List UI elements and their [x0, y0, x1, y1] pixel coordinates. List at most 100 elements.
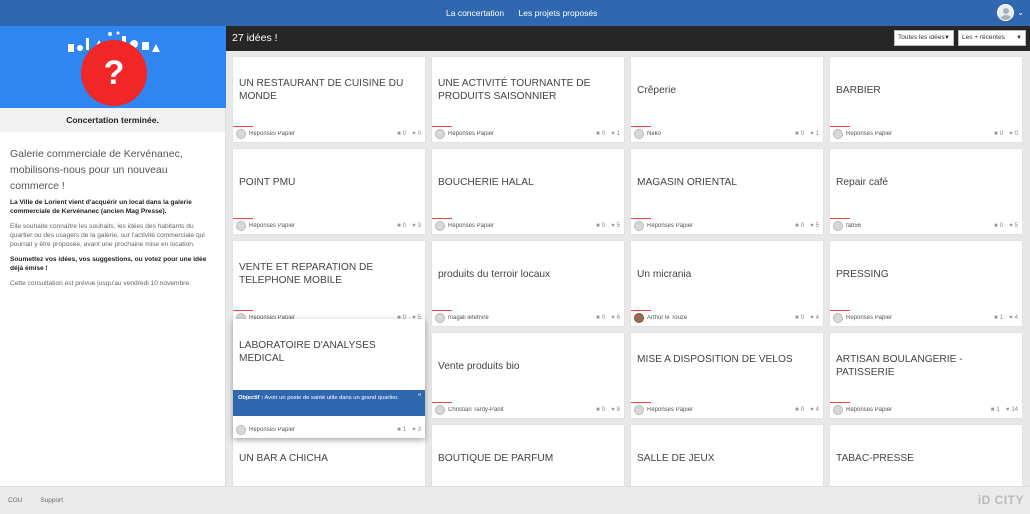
- vote-count: 0: [1014, 131, 1018, 137]
- idea-card[interactable]: UNE ACTIVITÉ TOURNANTE DE PRODUITS SAISO…: [432, 57, 624, 142]
- idea-title[interactable]: BARBIER: [836, 84, 1014, 97]
- vote-icon: ♥: [810, 223, 814, 229]
- idea-title[interactable]: LABORATOIRE D'ANALYSES MEDICAL: [239, 339, 417, 365]
- comment-count: 1: [996, 407, 1000, 413]
- main-nav: La concertation Les projets proposés: [446, 8, 609, 18]
- idea-card[interactable]: POINT PMU Réponses Papier ■ 0 ♥ 3: [233, 149, 425, 234]
- idea-footer: Christian Tardy-Panit ■ 0 ♥ 8: [435, 404, 620, 416]
- idea-card[interactable]: VENTE ET REPARATION DE TELEPHONE MOBILE R…: [233, 241, 425, 326]
- idea-title[interactable]: SALLE DE JEUX: [637, 452, 815, 465]
- vote-count: 5: [1014, 223, 1018, 229]
- idea-card[interactable]: BARBIER Réponses Papier ■ 0 ♥ 0: [830, 57, 1022, 142]
- idea-footer: Réponses Papier ■ 1 ♥ 3: [236, 424, 421, 436]
- user-menu[interactable]: ⌄: [997, 4, 1024, 21]
- sort-select[interactable]: Les + récentes ▼: [958, 30, 1026, 46]
- support-link[interactable]: Support: [40, 497, 63, 504]
- sidebar: ? Concertation terminée. Galerie commerc…: [0, 26, 226, 486]
- accent-divider: [631, 218, 651, 219]
- idea-title[interactable]: Vente produits bio: [438, 360, 616, 373]
- comment-icon: ■: [795, 131, 799, 137]
- idea-footer: Réponses Papier ■ 0 ♥ 1: [435, 128, 620, 140]
- idea-title[interactable]: MISE A DISPOSITION DE VELOS: [637, 353, 815, 366]
- idea-card[interactable]: BOUCHERIE HALAL Réponses Papier ■ 0 ♥ 5: [432, 149, 624, 234]
- top-navbar: La concertation Les projets proposés ⌄: [0, 0, 1030, 26]
- idea-title[interactable]: Crêperie: [637, 84, 815, 97]
- author-name: Réponses Papier: [846, 315, 893, 321]
- idea-title[interactable]: PRESSING: [836, 268, 1014, 281]
- author-avatar-icon: [435, 405, 445, 415]
- author-avatar-icon: [236, 221, 246, 231]
- idea-title[interactable]: UN RESTAURANT DE CUISINE DU MONDE: [239, 77, 417, 103]
- accent-divider: [233, 126, 253, 127]
- vote-icon: ♥: [1009, 223, 1013, 229]
- chevron-down-icon[interactable]: ⌄: [1017, 8, 1024, 17]
- author-avatar-icon: [833, 405, 843, 415]
- author-name: Réponses Papier: [647, 223, 694, 229]
- vote-count: 8: [616, 407, 620, 413]
- accent-divider: [830, 126, 850, 127]
- idea-card[interactable]: ARTISAN BOULANGERIE - PATISSERIE Réponses…: [830, 333, 1022, 418]
- idea-title[interactable]: UN BAR A CHICHA: [239, 452, 417, 465]
- idea-objective: Objectif : Avoir un poste de santé utile…: [233, 390, 425, 416]
- author-avatar-icon: [435, 129, 445, 139]
- call-to-action-paragraph: Soumettez vos idées, vos suggestions, ou…: [10, 256, 207, 272]
- idea-card[interactable]: produits du terroir locaux magali lefebvr…: [432, 241, 624, 326]
- nav-projets[interactable]: Les projets proposés: [519, 8, 598, 18]
- idea-card[interactable]: MISE A DISPOSITION DE VELOS Réponses Papi…: [631, 333, 823, 418]
- comment-count: 0: [402, 131, 407, 137]
- idea-title[interactable]: BOUTIQUE DE PARFUM: [438, 452, 616, 465]
- idea-card[interactable]: Vente produits bio Christian Tardy-Panit ■…: [432, 333, 624, 418]
- idea-card[interactable]: Un micrania Arthur le Touze ■ 0 ♥ 4: [631, 241, 823, 326]
- idea-footer: Réponses Papier ■ 0 ♥ 0: [833, 128, 1018, 140]
- accent-divider: [432, 402, 452, 403]
- accent-divider: [432, 310, 452, 311]
- comment-icon: ■: [994, 131, 998, 137]
- idea-title[interactable]: UNE ACTIVITÉ TOURNANTE DE PRODUITS SAISO…: [438, 77, 616, 103]
- idea-card[interactable]: UN RESTAURANT DE CUISINE DU MONDE Réponse…: [233, 57, 425, 142]
- cgu-link[interactable]: CGU: [8, 497, 22, 504]
- comment-count: 0: [800, 131, 805, 137]
- idea-title[interactable]: Repair café: [836, 176, 1014, 189]
- idea-title[interactable]: MAGASIN ORIENTAL: [637, 176, 815, 189]
- vote-icon: ♥: [810, 315, 814, 321]
- idea-card[interactable]: Crêperie Neko ■ 0 ♥ 1: [631, 57, 823, 142]
- status-label: Concertation terminée.: [0, 108, 225, 132]
- vote-count: 5: [815, 223, 819, 229]
- accent-divider: [631, 126, 651, 127]
- author-avatar-icon: [833, 221, 843, 231]
- comment-icon: ■: [596, 223, 600, 229]
- description-paragraph: Elle souhaite connaître les souhaits, le…: [10, 223, 205, 248]
- author-name: Réponses Papier: [846, 407, 893, 413]
- idea-title[interactable]: TABAC-PRESSE: [836, 452, 1014, 465]
- idea-title[interactable]: BOUCHERIE HALAL: [438, 176, 616, 189]
- ideas-header: 27 idées ! Toutes les idées ▼ Les + réce…: [226, 26, 1030, 51]
- idea-card[interactable]: Repair café fab56 ■ 0 ♥ 5: [830, 149, 1022, 234]
- idea-title[interactable]: produits du terroir locaux: [438, 268, 616, 281]
- sidebar-description: Galerie commerciale de Kervénanec, mobil…: [0, 132, 225, 304]
- idea-card[interactable]: PRESSING Réponses Papier ■ 1 ♥ 4: [830, 241, 1022, 326]
- nav-concertation[interactable]: La concertation: [446, 8, 504, 18]
- idea-title[interactable]: VENTE ET REPARATION DE TELEPHONE MOBILE: [239, 261, 417, 287]
- caret-down-icon: ▼: [944, 35, 950, 41]
- idea-card[interactable]: MAGASIN ORIENTAL Réponses Papier ■ 0 ♥ 5: [631, 149, 823, 234]
- accent-divider: [432, 218, 452, 219]
- author-avatar-icon: [634, 129, 644, 139]
- vote-icon: ♥: [611, 131, 615, 137]
- idea-title[interactable]: Un micrania: [637, 268, 815, 281]
- idea-title[interactable]: POINT PMU: [239, 176, 417, 189]
- idea-card[interactable]: LABORATOIRE D'ANALYSES MEDICAL Objectif :…: [233, 319, 425, 438]
- footer: CGU Support iD CITY: [0, 486, 1030, 514]
- accent-divider: [830, 402, 850, 403]
- comment-count: 1: [402, 427, 407, 433]
- idea-title[interactable]: ARTISAN BOULANGERIE - PATISSERIE: [836, 353, 1014, 379]
- question-mark-icon: ?: [81, 40, 147, 106]
- quote-icon: ”: [418, 392, 421, 402]
- vote-count: 5: [616, 223, 620, 229]
- author-avatar-icon: [833, 313, 843, 323]
- vote-count: 4: [815, 407, 819, 413]
- comment-count: 0: [601, 223, 606, 229]
- comment-count: 0: [800, 223, 805, 229]
- user-avatar-icon[interactable]: [997, 4, 1015, 21]
- filter-select[interactable]: Toutes les idées ▼: [894, 30, 954, 46]
- ideas-count: 27 idées !: [232, 32, 278, 44]
